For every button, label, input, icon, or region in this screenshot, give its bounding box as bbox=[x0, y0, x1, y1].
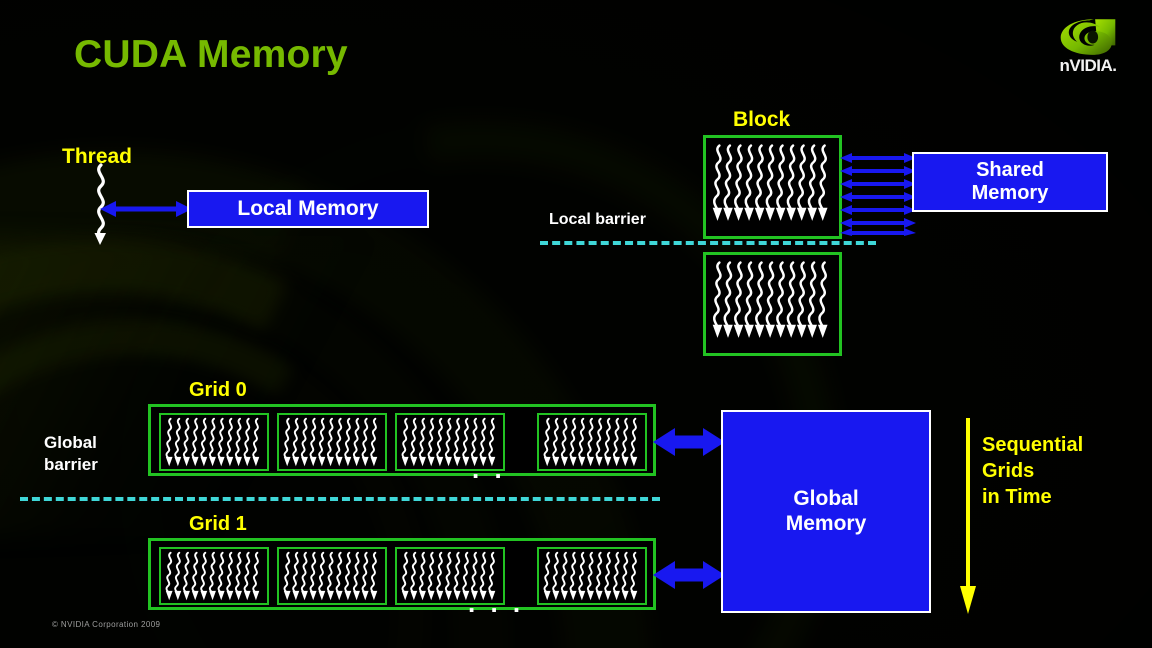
local-barrier-label: Local barrier bbox=[549, 211, 646, 228]
thread-local-memory-arrow bbox=[100, 201, 192, 217]
grid0-label: Grid 0 bbox=[189, 379, 247, 401]
local-memory-box: Local Memory bbox=[187, 190, 429, 228]
global-memory-box: Global Memory bbox=[721, 410, 931, 613]
grid0-block-3 bbox=[537, 413, 647, 471]
sequential-grids-label: Sequential Grids in Time bbox=[982, 432, 1142, 510]
local-barrier-line bbox=[540, 241, 876, 245]
grid1-block-3 bbox=[537, 547, 647, 605]
thread-bundle-icon bbox=[543, 417, 638, 467]
sequential-label-line1: Sequential bbox=[982, 434, 1084, 456]
sequential-label-line2: Grids bbox=[982, 460, 1035, 482]
shared-memory-box: Shared Memory bbox=[912, 152, 1108, 212]
nvidia-logo: nVIDIA. bbox=[1040, 18, 1136, 80]
grid0-block-0 bbox=[159, 413, 269, 471]
shared-memory-label-line1: Shared bbox=[976, 159, 1044, 181]
grid1-label: Grid 1 bbox=[189, 513, 247, 535]
sequential-time-down-arrow bbox=[960, 418, 976, 614]
global-memory-label-line2: Memory bbox=[785, 511, 867, 535]
shared-memory-label-line2: Memory bbox=[971, 182, 1049, 204]
block-label: Block bbox=[733, 108, 791, 131]
grid1-global-memory-arrow bbox=[653, 561, 725, 589]
local-memory-label: Local Memory bbox=[237, 196, 379, 220]
thread-bundle-icon bbox=[283, 551, 378, 601]
global-barrier-label-line1: Global bbox=[44, 433, 97, 452]
global-barrier-label-line2: barrier bbox=[44, 455, 98, 474]
grid1-block-0 bbox=[159, 547, 269, 605]
grid0-global-memory-arrow bbox=[653, 428, 725, 456]
grid1-block-1 bbox=[277, 547, 387, 605]
slide-canvas: CUDA Memory nVIDIA. Thread Local Memory … bbox=[0, 0, 1152, 648]
thread-bundle-icon bbox=[283, 417, 378, 467]
thread-bundle-icon bbox=[165, 417, 260, 467]
thread-bundle-icon bbox=[712, 261, 828, 338]
thread-bundle-icon bbox=[543, 551, 638, 601]
thread-bundle-icon bbox=[165, 551, 260, 601]
global-memory-label-line1: Global bbox=[793, 487, 859, 511]
global-barrier-line bbox=[20, 497, 660, 501]
grid0-ellipsis: . . bbox=[472, 454, 506, 484]
nvidia-eye-icon bbox=[1060, 19, 1116, 55]
copyright-notice: © NVIDIA Corporation 2009 bbox=[52, 620, 161, 629]
page-title: CUDA Memory bbox=[74, 33, 348, 76]
nvidia-wordmark: nVIDIA. bbox=[1059, 56, 1117, 75]
block-box-bottom bbox=[703, 252, 842, 356]
sequential-label-line3: in Time bbox=[982, 486, 1052, 508]
block-box-top bbox=[703, 135, 842, 239]
block-shared-memory-arrows bbox=[840, 153, 916, 236]
grid1-container bbox=[148, 538, 656, 610]
grid0-container bbox=[148, 404, 656, 476]
grid0-block-1 bbox=[277, 413, 387, 471]
grid1-ellipsis: . . . bbox=[468, 588, 525, 618]
thread-bundle-icon bbox=[712, 144, 828, 221]
global-barrier-label: Global barrier bbox=[44, 432, 164, 476]
